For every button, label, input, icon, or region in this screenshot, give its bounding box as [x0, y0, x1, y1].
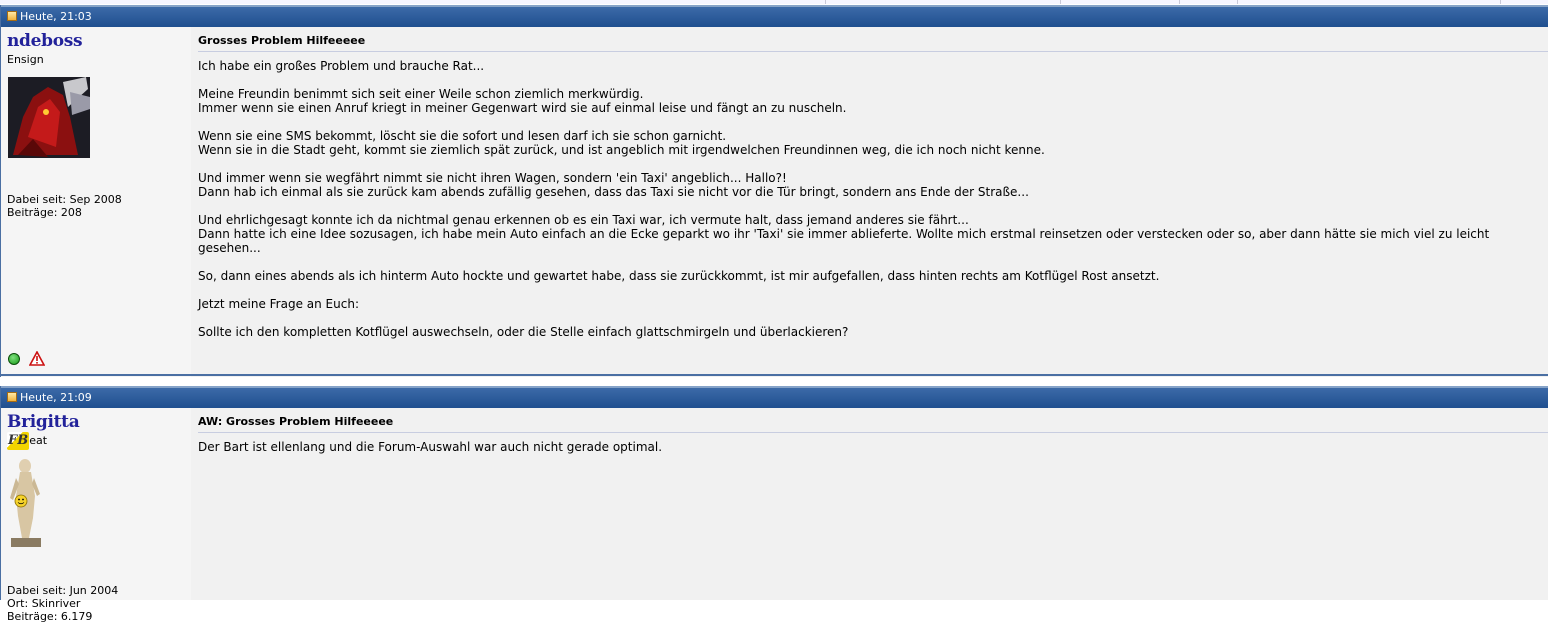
message-paragraph: Und immer wenn sie wegfährt nimmt sie ni… [198, 171, 1029, 199]
username[interactable]: Brigitta [7, 412, 80, 432]
post-title: AW: Grosses Problem Hilfeeeee [198, 415, 394, 428]
online-status-icon [8, 353, 20, 365]
column-separator [825, 0, 826, 4]
user-info-panel: ndeboss Ensign Dabei seit: Sep 2008 Beit… [1, 27, 191, 377]
forum-post: Heute, 21:09 Brigitta FBeat Dabei seit: … [0, 386, 1548, 623]
column-separator [1179, 0, 1180, 4]
forum-post: Heute, 21:03 ndeboss Ensign Dabei seit: … [0, 5, 1548, 377]
post-date: Heute, 21:09 [20, 391, 92, 404]
post-title: Grosses Problem Hilfeeeee [198, 34, 366, 47]
title-divider [198, 51, 1548, 52]
rank-logo: FB [7, 432, 30, 450]
user-rank: FBeat [7, 432, 47, 450]
message-paragraph: Und ehrlichgesagt konnte ich da nichtmal… [198, 213, 1490, 255]
post-date: Heute, 21:03 [20, 10, 92, 23]
post-divider [0, 374, 1548, 376]
post-count: Beiträge: 208 [7, 206, 82, 219]
post-body: Brigitta FBeat Dabei seit: Jun 2004 Ort:… [1, 408, 1548, 623]
message-paragraph: Meine Freundin benimmt sich seit einer W… [198, 87, 847, 115]
user-location: Ort: Skinriver [7, 597, 81, 610]
post-message: Der Bart ist ellenlang und die Forum-Aus… [198, 440, 1548, 468]
post-content: Grosses Problem Hilfeeeee Ich habe ein g… [192, 27, 1548, 377]
message-paragraph: Wenn sie eine SMS bekommt, löscht sie di… [198, 129, 1045, 157]
user-rank: Ensign [7, 53, 44, 66]
avatar [8, 77, 90, 158]
column-separator [1500, 0, 1501, 4]
rank-suffix: eat [29, 434, 48, 447]
post-header: Heute, 21:03 [1, 5, 1548, 27]
avatar [7, 456, 45, 548]
post-icon [7, 11, 17, 21]
title-divider [198, 432, 1548, 433]
column-separator [1237, 0, 1238, 4]
message-paragraph: Jetzt meine Frage an Euch: [198, 297, 359, 311]
post-icon [7, 392, 17, 402]
message-paragraph: Der Bart ist ellenlang und die Forum-Aus… [198, 440, 663, 454]
column-separator [1060, 0, 1061, 4]
join-date: Dabei seit: Jun 2004 [7, 584, 119, 597]
post-header: Heute, 21:09 [1, 386, 1548, 408]
report-warning-icon[interactable] [28, 350, 46, 369]
post-body: ndeboss Ensign Dabei seit: Sep 2008 Beit… [1, 27, 1548, 377]
post-content: AW: Grosses Problem Hilfeeeee Der Bart i… [192, 408, 1548, 600]
message-paragraph: Ich habe ein großes Problem und brauche … [198, 59, 485, 73]
username[interactable]: ndeboss [7, 31, 83, 51]
post-message: Ich habe ein großes Problem und brauche … [198, 59, 1548, 353]
top-strip [0, 0, 1548, 4]
post-count: Beiträge: 6.179 [7, 610, 93, 623]
user-info-panel: Brigitta FBeat Dabei seit: Jun 2004 Ort:… [1, 408, 191, 623]
join-date: Dabei seit: Sep 2008 [7, 193, 122, 206]
message-paragraph: So, dann eines abends als ich hinterm Au… [198, 269, 1160, 283]
message-paragraph: Sollte ich den kompletten Kotflügel ausw… [198, 325, 849, 339]
